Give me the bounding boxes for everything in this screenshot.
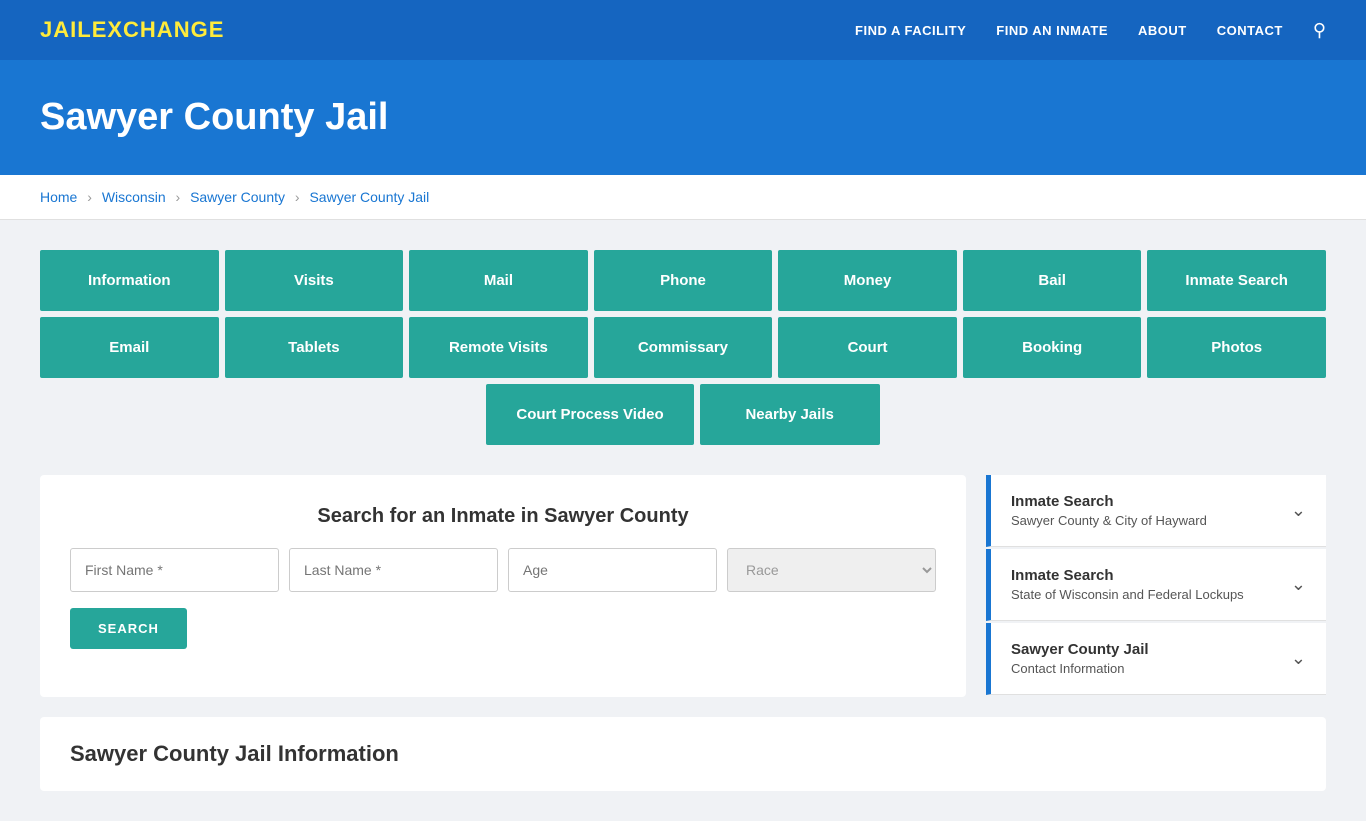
- sidebar-title-1: Inmate Search: [1011, 493, 1207, 510]
- search-fields: Race: [70, 548, 936, 592]
- breadcrumb-wisconsin[interactable]: Wisconsin: [102, 189, 166, 205]
- btn-remote-visits[interactable]: Remote Visits: [409, 317, 588, 378]
- last-name-input[interactable]: [289, 548, 498, 592]
- btn-information[interactable]: Information: [40, 250, 219, 311]
- page-title: Sawyer County Jail: [40, 96, 1326, 139]
- sidebar-item-contact-info[interactable]: Sawyer County Jail Contact Information ⌄: [986, 623, 1326, 695]
- age-input[interactable]: [508, 548, 717, 592]
- main-content: Information Visits Mail Phone Money Bail…: [0, 220, 1366, 821]
- button-grid-row2: Email Tablets Remote Visits Commissary C…: [40, 317, 1326, 378]
- btn-court[interactable]: Court: [778, 317, 957, 378]
- race-select[interactable]: Race: [727, 548, 936, 592]
- sidebar-sub-1: Sawyer County & City of Hayward: [1011, 513, 1207, 528]
- btn-tablets[interactable]: Tablets: [225, 317, 404, 378]
- hero-section: Sawyer County Jail: [0, 60, 1366, 175]
- breadcrumb-sep1: ›: [87, 189, 92, 205]
- btn-inmate-search[interactable]: Inmate Search: [1147, 250, 1326, 311]
- sidebar-title-2: Inmate Search: [1011, 567, 1244, 584]
- contact-link[interactable]: CONTACT: [1217, 23, 1283, 38]
- btn-court-process-video[interactable]: Court Process Video: [486, 384, 693, 445]
- sidebar-item-inmate-search-wisconsin[interactable]: Inmate Search State of Wisconsin and Fed…: [986, 549, 1326, 621]
- about-link[interactable]: ABOUT: [1138, 23, 1187, 38]
- find-facility-link[interactable]: FIND A FACILITY: [855, 23, 966, 38]
- search-panel: Search for an Inmate in Sawyer County Ra…: [40, 475, 966, 697]
- chevron-icon-3: ⌄: [1291, 648, 1306, 669]
- sidebar: Inmate Search Sawyer County & City of Ha…: [986, 475, 1326, 697]
- btn-mail[interactable]: Mail: [409, 250, 588, 311]
- btn-money[interactable]: Money: [778, 250, 957, 311]
- button-grid-row1: Information Visits Mail Phone Money Bail…: [40, 250, 1326, 311]
- btn-email[interactable]: Email: [40, 317, 219, 378]
- bottom-section: Sawyer County Jail Information: [40, 717, 1326, 791]
- breadcrumb-sep2: ›: [176, 189, 181, 205]
- breadcrumb-county[interactable]: Sawyer County: [190, 189, 285, 205]
- breadcrumb-current: Sawyer County Jail: [309, 189, 429, 205]
- chevron-icon-2: ⌄: [1291, 574, 1306, 595]
- logo-jail: JAIL: [40, 17, 92, 42]
- find-inmate-link[interactable]: FIND AN INMATE: [996, 23, 1108, 38]
- btn-phone[interactable]: Phone: [594, 250, 773, 311]
- first-name-input[interactable]: [70, 548, 279, 592]
- btn-visits[interactable]: Visits: [225, 250, 404, 311]
- chevron-icon-1: ⌄: [1291, 500, 1306, 521]
- logo-exchange: EXCHANGE: [92, 17, 225, 42]
- search-title: Search for an Inmate in Sawyer County: [70, 505, 936, 528]
- btn-bail[interactable]: Bail: [963, 250, 1142, 311]
- sidebar-title-3: Sawyer County Jail: [1011, 641, 1149, 658]
- sidebar-sub-2: State of Wisconsin and Federal Lockups: [1011, 587, 1244, 602]
- search-icon[interactable]: ⚲: [1313, 20, 1326, 41]
- nav-links: FIND A FACILITY FIND AN INMATE ABOUT CON…: [855, 20, 1326, 41]
- site-logo[interactable]: JAILEXCHANGE: [40, 17, 224, 43]
- content-area: Search for an Inmate in Sawyer County Ra…: [40, 475, 1326, 697]
- breadcrumb-sep3: ›: [295, 189, 300, 205]
- navbar: JAILEXCHANGE FIND A FACILITY FIND AN INM…: [0, 0, 1366, 60]
- sidebar-item-inmate-search-sawyer[interactable]: Inmate Search Sawyer County & City of Ha…: [986, 475, 1326, 547]
- btn-photos[interactable]: Photos: [1147, 317, 1326, 378]
- btn-commissary[interactable]: Commissary: [594, 317, 773, 378]
- bottom-title: Sawyer County Jail Information: [70, 741, 1296, 767]
- btn-booking[interactable]: Booking: [963, 317, 1142, 378]
- button-grid-row3: Court Process Video Nearby Jails: [40, 384, 1326, 445]
- breadcrumb: Home › Wisconsin › Sawyer County › Sawye…: [0, 175, 1366, 220]
- search-button[interactable]: SEARCH: [70, 608, 187, 649]
- btn-nearby-jails[interactable]: Nearby Jails: [700, 384, 880, 445]
- sidebar-sub-3: Contact Information: [1011, 661, 1149, 676]
- breadcrumb-home[interactable]: Home: [40, 189, 77, 205]
